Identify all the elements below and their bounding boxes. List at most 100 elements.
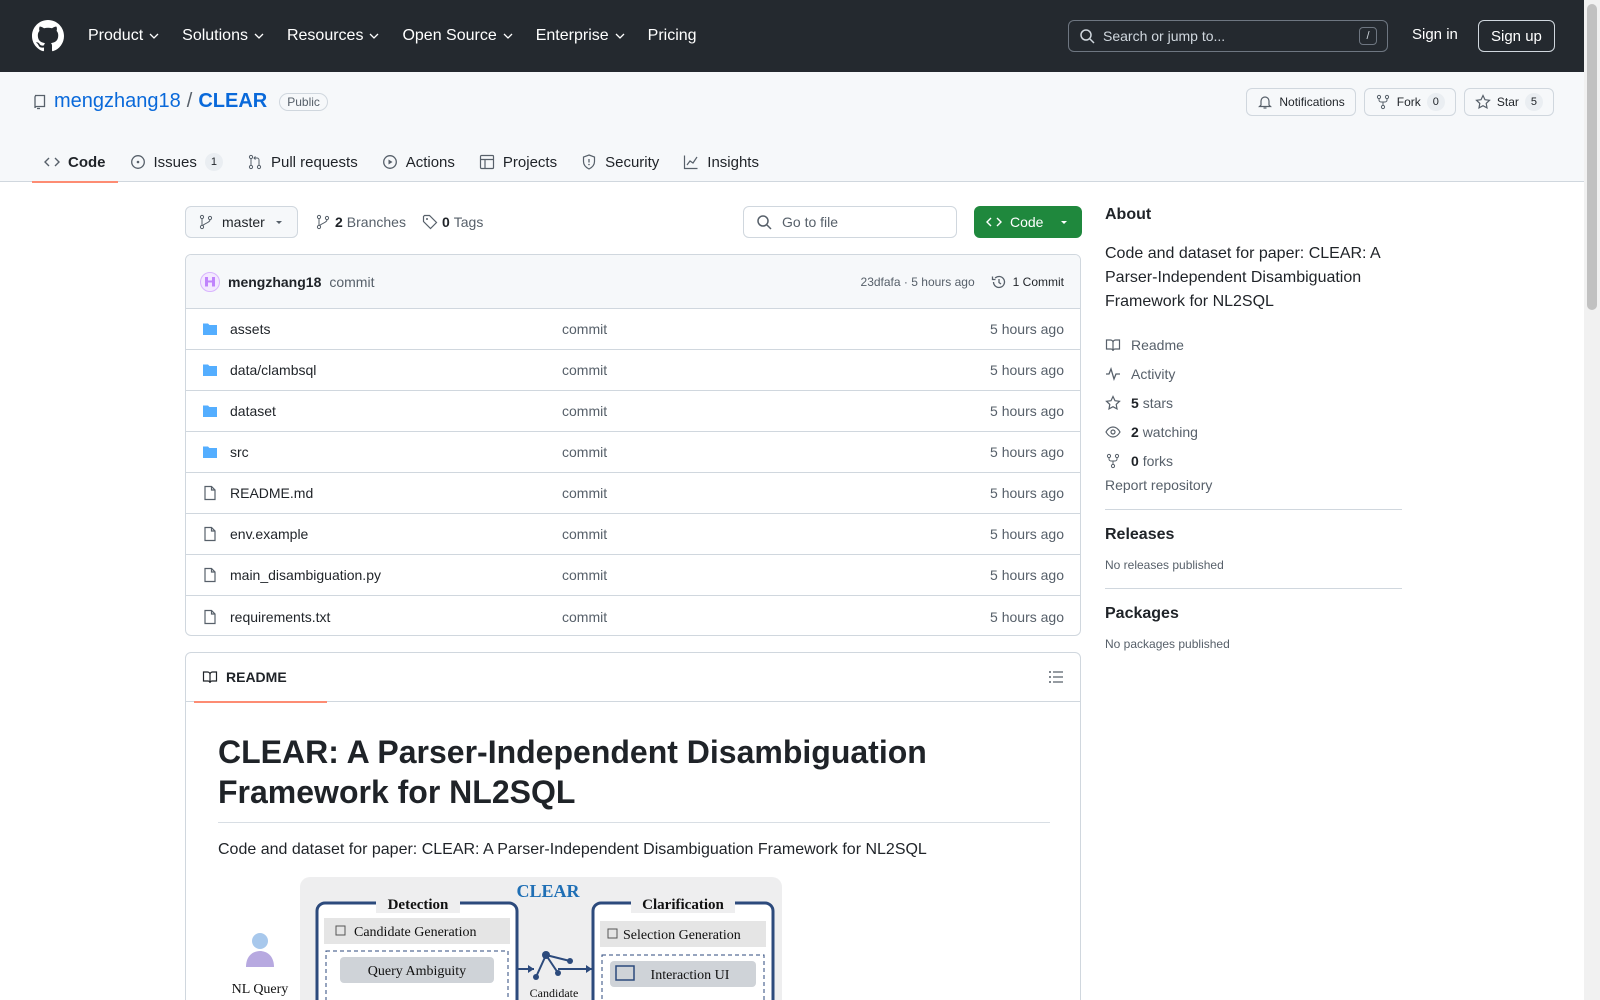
history-icon bbox=[991, 275, 1005, 288]
notifications-button[interactable]: Notifications bbox=[1246, 88, 1356, 116]
forks-link[interactable]: 0 forks bbox=[1105, 446, 1402, 475]
nav-enterprise[interactable]: Enterprise bbox=[536, 27, 626, 45]
report-repository-link[interactable]: Report repository bbox=[1105, 477, 1402, 493]
repo-name-link[interactable]: CLEAR bbox=[198, 90, 267, 113]
go-to-file-input[interactable]: Go to file bbox=[743, 206, 957, 238]
nav-label: Product bbox=[88, 27, 144, 44]
sign-up-button[interactable]: Sign up bbox=[1478, 20, 1555, 52]
nav-solutions[interactable]: Solutions bbox=[182, 27, 265, 45]
scrollbar-thumb[interactable] bbox=[1587, 4, 1597, 310]
file-commit-message-link[interactable]: commit bbox=[562, 403, 607, 419]
nav-label: Open Source bbox=[402, 27, 497, 44]
tab-label: Insights bbox=[707, 153, 759, 171]
separator-dot: · bbox=[903, 274, 908, 289]
readme-tabbar: README bbox=[186, 653, 1080, 703]
watching-link[interactable]: 2 watching bbox=[1105, 417, 1402, 446]
github-logo-icon[interactable] bbox=[32, 20, 64, 52]
file-name-link[interactable]: main_disambiguation.py bbox=[230, 567, 562, 583]
file-commit-message-link[interactable]: commit bbox=[562, 362, 607, 378]
watching-count: 2 bbox=[1131, 423, 1139, 440]
go-to-file-placeholder: Go to file bbox=[782, 214, 839, 230]
file-name-link[interactable]: assets bbox=[230, 321, 562, 337]
tab-security[interactable]: Security bbox=[569, 142, 671, 182]
readme-tab[interactable]: README bbox=[194, 653, 327, 703]
avatar[interactable] bbox=[200, 271, 220, 292]
folder-icon bbox=[203, 446, 217, 458]
file-commit-message-link[interactable]: commit bbox=[562, 321, 607, 337]
file-commit-time: 5 hours ago bbox=[990, 362, 1064, 378]
file-name-link[interactable]: src bbox=[230, 444, 562, 460]
file-commit-time: 5 hours ago bbox=[990, 608, 1064, 625]
commit-history-link[interactable]: 1 Commit bbox=[991, 274, 1064, 290]
table-row: main_disambiguation.py commit 5 hours ago bbox=[186, 555, 1080, 596]
tab-projects[interactable]: Projects bbox=[467, 142, 569, 182]
readme-description: Code and dataset for paper: CLEAR: A Par… bbox=[218, 841, 927, 858]
fork-label: Fork bbox=[1396, 95, 1421, 109]
file-name-link[interactable]: requirements.txt bbox=[230, 609, 562, 625]
tags-link[interactable]: 0 Tags bbox=[422, 214, 483, 230]
tab-code[interactable]: Code bbox=[32, 142, 118, 183]
tab-pull-requests[interactable]: Pull requests bbox=[235, 142, 370, 182]
bell-icon bbox=[1258, 96, 1273, 109]
tags-count: 0 bbox=[441, 214, 450, 230]
user-icon bbox=[252, 933, 268, 949]
nav-pricing[interactable]: Pricing bbox=[648, 27, 697, 45]
branches-link[interactable]: 2 Branches bbox=[315, 214, 406, 230]
chevron-down-icon bbox=[254, 33, 264, 39]
tab-label: Projects bbox=[502, 153, 558, 171]
nav-product[interactable]: Product bbox=[88, 27, 160, 45]
fork-button[interactable]: Fork 0 bbox=[1363, 88, 1456, 116]
code-button-label: Code bbox=[1010, 214, 1044, 230]
tab-actions[interactable]: Actions bbox=[370, 142, 467, 182]
file-name-link[interactable]: README.md bbox=[230, 485, 562, 501]
file-icon bbox=[204, 485, 216, 501]
nav-resources[interactable]: Resources bbox=[287, 27, 380, 45]
file-icon bbox=[204, 609, 216, 624]
file-commit-message-link[interactable]: commit bbox=[562, 567, 607, 583]
page-scrollbar[interactable] bbox=[1584, 0, 1600, 1000]
file-commit-message-link[interactable]: commit bbox=[562, 609, 607, 625]
repo-owner-link[interactable]: mengzhang18 bbox=[54, 90, 181, 113]
activity-link[interactable]: Activity bbox=[1105, 359, 1402, 388]
tab-insights[interactable]: Insights bbox=[671, 142, 771, 182]
global-search-input[interactable]: Search or jump to... / bbox=[1068, 20, 1388, 52]
stars-link[interactable]: 5 stars bbox=[1105, 388, 1402, 417]
branch-select-button[interactable]: master bbox=[185, 206, 298, 238]
releases-heading[interactable]: Releases bbox=[1105, 526, 1402, 544]
table-row: env.example commit 5 hours ago bbox=[186, 514, 1080, 555]
packages-heading[interactable]: Packages bbox=[1105, 605, 1402, 623]
star-icon bbox=[1475, 94, 1491, 110]
forks-count: 0 bbox=[1131, 452, 1139, 469]
file-commit-time: 5 hours ago bbox=[990, 444, 1064, 460]
code-dropdown-button[interactable]: Code bbox=[974, 206, 1082, 238]
code-icon bbox=[44, 157, 60, 167]
sign-in-link[interactable]: Sign in bbox=[1412, 26, 1458, 43]
commit-message-link[interactable]: commit bbox=[329, 274, 374, 290]
file-icon bbox=[204, 526, 216, 542]
nav-label: Enterprise bbox=[535, 27, 609, 44]
commit-time: 5 hours ago bbox=[911, 274, 975, 289]
commit-author-link[interactable]: mengzhang18 bbox=[228, 274, 321, 290]
file-name-link[interactable]: env.example bbox=[230, 526, 562, 542]
stars-count: 5 bbox=[1131, 394, 1139, 411]
chevron-down-icon bbox=[149, 33, 159, 39]
nav-open-source[interactable]: Open Source bbox=[402, 27, 513, 45]
repo-actions: Notifications Fork 0 Star 5 bbox=[1246, 88, 1554, 116]
file-name-link[interactable]: data/clambsql bbox=[230, 362, 562, 378]
commit-meta: 23dfafa · 5 hours ago 1 Commit bbox=[861, 274, 1064, 290]
issue-icon bbox=[130, 155, 145, 169]
readme-link[interactable]: Readme bbox=[1105, 330, 1402, 359]
file-commit-message-link[interactable]: commit bbox=[562, 444, 607, 460]
commit-hash-time[interactable]: 23dfafa · 5 hours ago bbox=[861, 275, 975, 289]
file-name-link[interactable]: dataset bbox=[230, 403, 562, 419]
file-commit-message-link[interactable]: commit bbox=[562, 526, 607, 542]
watching-label: watching bbox=[1142, 423, 1198, 440]
repo-separator: / bbox=[186, 90, 193, 112]
list-outline-icon[interactable] bbox=[1048, 669, 1064, 685]
file-commit-message-link[interactable]: commit bbox=[562, 485, 607, 501]
readme-panel: README CLEAR: A Parser-Independent Disam… bbox=[185, 652, 1081, 1000]
star-button[interactable]: Star 5 bbox=[1463, 88, 1554, 116]
tab-issues[interactable]: Issues 1 bbox=[118, 142, 235, 182]
query-ambiguity-label: Query Ambiguity bbox=[368, 964, 466, 979]
table-row: README.md commit 5 hours ago bbox=[186, 473, 1080, 514]
